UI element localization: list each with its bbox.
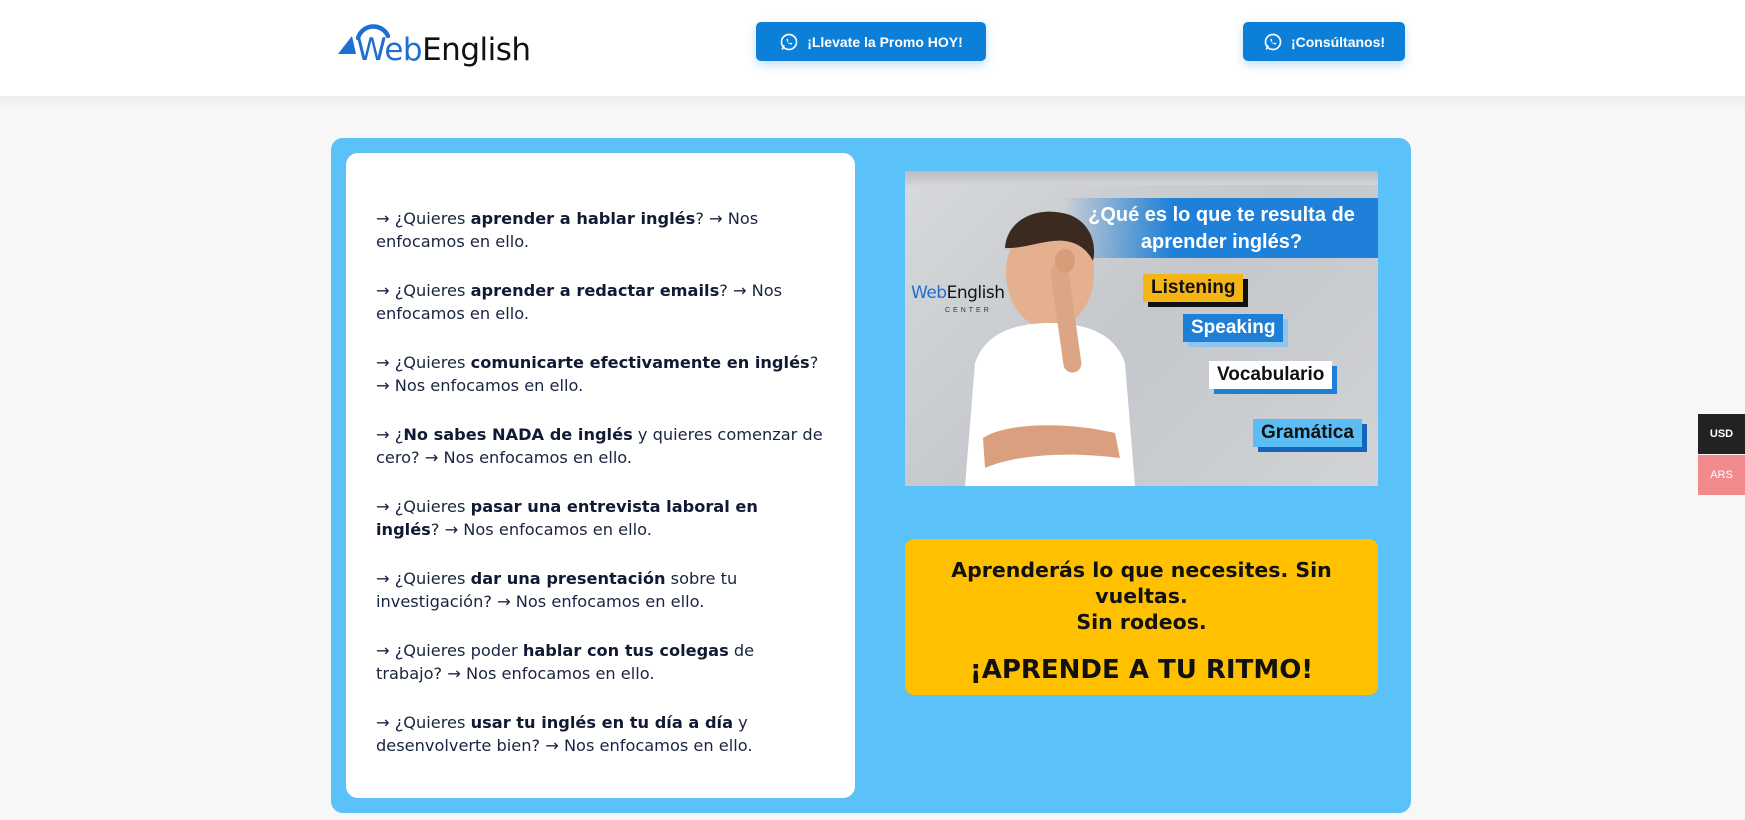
image-logo: WebEnglish bbox=[911, 283, 1005, 303]
thinking-man-illustration bbox=[965, 211, 1135, 486]
logo-english-text: English bbox=[422, 32, 531, 68]
site-header: WebEnglish ¡Llevate la Promo HOY! ¡Consú… bbox=[0, 0, 1745, 96]
currency-usd-button[interactable]: USD bbox=[1698, 414, 1745, 454]
question-item: → ¿Quieres aprender a redactar emails? →… bbox=[376, 281, 783, 323]
question-item: → ¿Quieres aprender a hablar inglés? → N… bbox=[376, 209, 759, 251]
whatsapp-icon bbox=[1264, 33, 1282, 50]
tag-speaking: Speaking bbox=[1183, 314, 1289, 347]
question-item: → ¿Quieres usar tu inglés en tu día a dí… bbox=[376, 713, 753, 755]
promo-button[interactable]: ¡Llevate la Promo HOY! bbox=[756, 22, 986, 61]
question-item: → ¿Quieres comunicarte efectivamente en … bbox=[376, 353, 819, 395]
whatsapp-icon bbox=[780, 33, 798, 50]
callout-line-2: Sin rodeos. bbox=[1076, 610, 1207, 634]
promo-image: ¿Qué es lo que te resulta de aprender in… bbox=[905, 171, 1378, 486]
tag-listening: Listening bbox=[1143, 274, 1249, 307]
question-item: → ¿Quieres poder hablar con tus colegas … bbox=[376, 641, 755, 683]
benefits-section: → ¿Quieres aprender a hablar inglés? → N… bbox=[331, 138, 1411, 813]
tag-gramatica: Gramática bbox=[1253, 419, 1367, 452]
consult-button[interactable]: ¡Consúltanos! bbox=[1243, 22, 1405, 61]
image-top-strip bbox=[905, 171, 1378, 185]
logo-web-text: Web bbox=[356, 32, 423, 68]
tag-vocabulario: Vocabulario bbox=[1209, 361, 1338, 394]
question-item: → ¿Quieres dar una presentación sobre tu… bbox=[376, 569, 738, 611]
learn-callout: Aprenderás lo que necesites. Sin vueltas… bbox=[905, 539, 1378, 695]
consult-button-label: ¡Consúltanos! bbox=[1290, 33, 1386, 50]
currency-ars-button[interactable]: ARS bbox=[1698, 455, 1745, 495]
question-item: → ¿Quieres pasar una entrevista laboral … bbox=[376, 497, 758, 539]
header-shadow bbox=[0, 96, 1745, 110]
image-logo-sub: CENTER bbox=[945, 307, 992, 314]
question-item: → ¿No sabes NADA de inglés y quieres com… bbox=[376, 425, 823, 467]
logo[interactable]: WebEnglish bbox=[336, 16, 531, 68]
callout-line-1: Aprenderás lo que necesites. Sin vueltas… bbox=[951, 558, 1332, 608]
callout-headline: ¡APRENDE A TU RITMO! bbox=[969, 655, 1314, 685]
promo-button-label: ¡Llevate la Promo HOY! bbox=[807, 33, 963, 50]
questions-card: → ¿Quieres aprender a hablar inglés? → N… bbox=[346, 153, 855, 798]
